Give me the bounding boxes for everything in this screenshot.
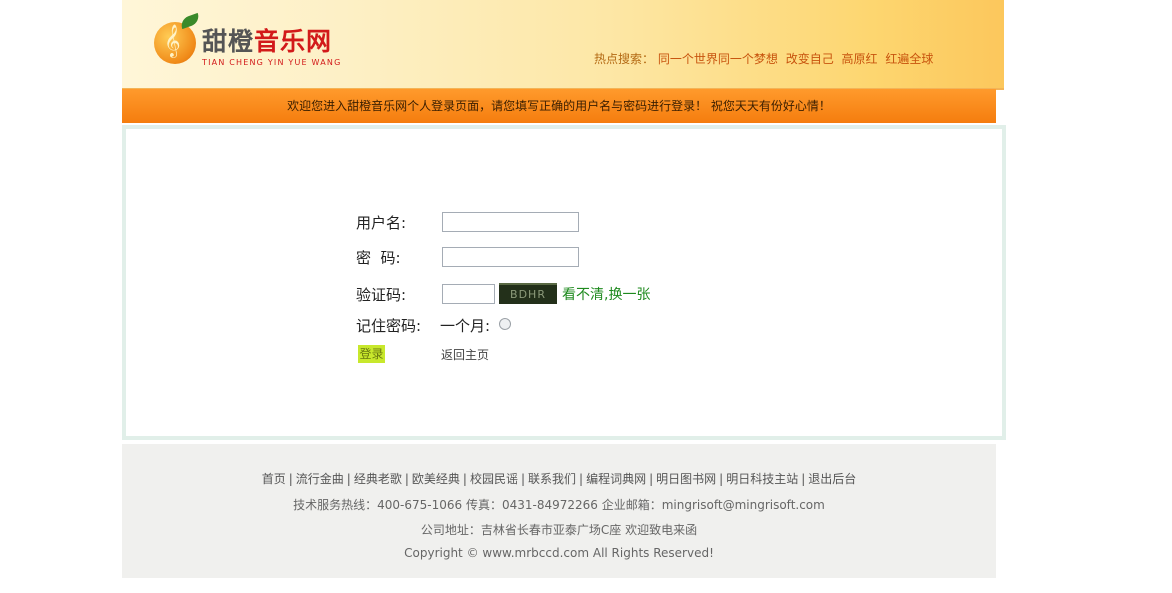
hot-search-link[interactable]: 高原红: [842, 52, 878, 66]
captcha-image[interactable]: BDHR: [499, 283, 557, 304]
leaf-icon: [178, 12, 202, 30]
remember-month-radio[interactable]: [499, 318, 511, 330]
footer-link-books[interactable]: 明日图书网: [656, 472, 716, 486]
footer-link-classic[interactable]: 经典老歌: [354, 472, 402, 486]
footer-copyright: Copyright © www.mrbccd.com All Rights Re…: [404, 546, 714, 560]
hot-search-label: 热点搜索：: [594, 52, 655, 66]
footer-nav: 首页 | 流行金曲 | 经典老歌 | 欧美经典 | 校园民谣 | 联系我们 | 编程词典网 | 明日图书网 |…: [261, 472, 857, 486]
hot-search-link[interactable]: 红遍全球: [885, 52, 933, 66]
login-button[interactable]: 登录: [358, 345, 385, 363]
footer-link-campus[interactable]: 校园民谣: [470, 472, 518, 486]
remember-label: 记住密码:: [356, 317, 422, 335]
logo-title: 甜橙音乐网: [202, 22, 332, 58]
password-label: 密 码:: [356, 249, 401, 267]
username-label: 用户名:: [356, 214, 407, 232]
footer-link-pop[interactable]: 流行金曲: [296, 472, 344, 486]
footer-link-logout[interactable]: 退出后台: [808, 472, 856, 486]
site-header: 𝄞 甜橙音乐网 TIAN CHENG YIN YUE WANG 热点搜索： 同一…: [122, 0, 1004, 90]
logo-title-part2: 音乐网: [254, 27, 333, 56]
hot-search-link[interactable]: 改变自己: [786, 52, 834, 66]
footer-address: 公司地址：吉林省长春市亚泰广场C座 欢迎致电来函: [420, 523, 698, 537]
footer-contact: 技术服务热线：400-675-1066 传真：0431-84972266 企业邮…: [293, 498, 825, 512]
site-logo[interactable]: 𝄞 甜橙音乐网 TIAN CHENG YIN YUE WANG: [154, 12, 344, 70]
captcha-label: 验证码:: [356, 286, 407, 304]
login-panel: 用户名: 密 码: 验证码: BDHR 看不清,换一张 记住密码: 一个月: 登…: [122, 125, 1006, 440]
username-input[interactable]: [442, 212, 579, 232]
captcha-refresh-link[interactable]: 看不清,换一张: [562, 284, 650, 304]
hot-search-link[interactable]: 同一个世界同一个梦想: [658, 52, 778, 66]
captcha-input[interactable]: [442, 284, 495, 304]
footer-link-contact[interactable]: 联系我们: [528, 472, 576, 486]
logo-subtitle: TIAN CHENG YIN YUE WANG: [202, 58, 342, 67]
password-input[interactable]: [442, 247, 579, 267]
back-home-link[interactable]: 返回主页: [441, 346, 489, 363]
remember-option-label: 一个月:: [440, 317, 491, 335]
treble-clef-icon: 𝄞: [164, 24, 181, 57]
footer-link-mingri[interactable]: 明日科技主站: [726, 472, 798, 486]
welcome-notice: 欢迎您进入甜橙音乐网个人登录页面，请您填写正确的用户名与密码进行登录！ 祝您天天…: [122, 89, 996, 123]
hot-search: 热点搜索： 同一个世界同一个梦想 改变自己 高原红 红遍全球: [594, 50, 937, 67]
site-footer: 首页 | 流行金曲 | 经典老歌 | 欧美经典 | 校园民谣 | 联系我们 | 编程词典网 | 明日图书网 |…: [122, 444, 996, 578]
footer-link-western[interactable]: 欧美经典: [412, 472, 460, 486]
footer-link-dictionary[interactable]: 编程词典网: [586, 472, 646, 486]
logo-title-part1: 甜橙: [202, 27, 255, 56]
footer-link-home[interactable]: 首页: [262, 472, 286, 486]
